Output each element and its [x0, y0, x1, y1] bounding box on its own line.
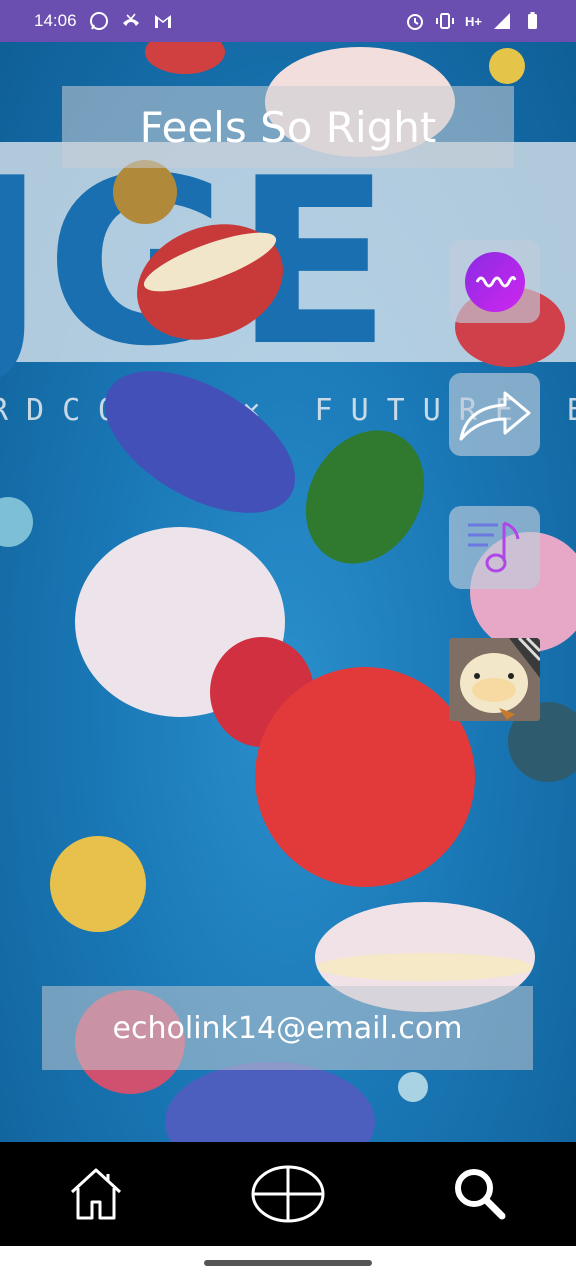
network-type-label: H+	[465, 13, 482, 29]
wave-icon	[464, 251, 525, 312]
cover-art-background: JGE RDCORE × FUTURE BASS Feels So Right	[0, 42, 576, 1142]
share-button[interactable]	[449, 373, 540, 456]
home-button[interactable]	[51, 1159, 141, 1229]
signal-icon	[494, 13, 510, 29]
add-button[interactable]	[243, 1159, 333, 1229]
missed-call-icon	[122, 13, 139, 26]
share-icon	[459, 391, 530, 440]
user-email-banner: echolink14@email.com	[42, 986, 533, 1070]
playlist-button[interactable]	[449, 506, 540, 589]
search-icon	[455, 1169, 506, 1220]
cover-art-illustration: JGE RDCORE × FUTURE BASS	[0, 42, 576, 1142]
song-title: Feels So Right	[139, 102, 437, 152]
song-title-banner: Feels So Right	[62, 86, 514, 168]
bottom-navigation	[0, 1142, 576, 1246]
home-icon	[70, 1168, 122, 1220]
profile-thumbnail[interactable]	[449, 638, 540, 721]
alarm-icon	[407, 14, 424, 30]
gesture-area	[0, 1246, 576, 1280]
add-icon	[251, 1165, 325, 1223]
status-bar: 14:06 H+	[0, 0, 576, 42]
duck-avatar-image	[449, 638, 540, 721]
wave-button[interactable]	[449, 240, 540, 323]
playlist-icon	[467, 521, 519, 572]
gesture-handle[interactable]	[204, 1260, 372, 1266]
search-button[interactable]	[435, 1159, 525, 1229]
gmail-icon	[154, 15, 171, 28]
status-time: 14:06	[34, 11, 77, 30]
vibrate-icon	[436, 13, 455, 29]
user-email: echolink14@email.com	[112, 1010, 463, 1046]
whatsapp-icon	[89, 12, 108, 30]
battery-icon	[528, 12, 537, 29]
